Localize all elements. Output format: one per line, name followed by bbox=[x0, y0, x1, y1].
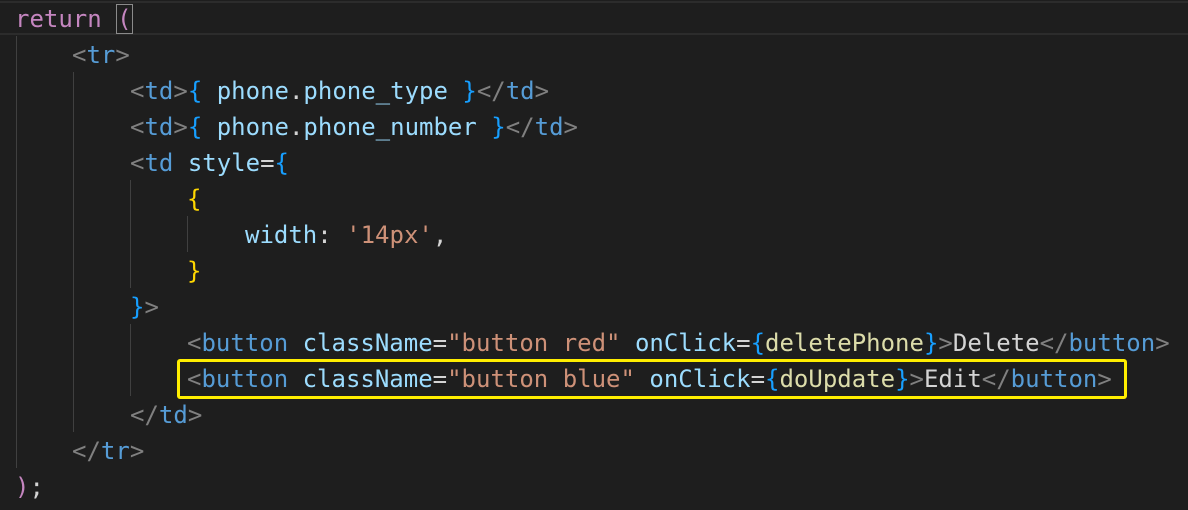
code-line-14[interactable]: ); bbox=[15, 469, 44, 505]
jsx-brace-token: { bbox=[750, 329, 766, 357]
text-token: . bbox=[288, 77, 304, 105]
tag-punctuation-token: </ bbox=[476, 77, 506, 105]
indent-guide bbox=[187, 216, 188, 252]
tag-name-token: td bbox=[144, 149, 174, 177]
string-token: '14px' bbox=[346, 221, 433, 249]
tag-name-token: button bbox=[201, 329, 289, 357]
code-line-4[interactable]: <td>{ phone.phone_number }</td> bbox=[130, 109, 578, 145]
text-token: = bbox=[432, 329, 448, 357]
jsx-brace-token: } bbox=[923, 329, 939, 357]
keyword-token: return bbox=[15, 5, 102, 33]
jsx-brace-token: } bbox=[491, 113, 506, 141]
code-line-12[interactable]: </td> bbox=[130, 397, 202, 433]
function-token: deletePhone bbox=[765, 329, 924, 357]
text-token: = bbox=[736, 329, 751, 357]
tag-punctuation-token: > bbox=[1155, 329, 1170, 357]
code-line-1[interactable]: return ( bbox=[15, 1, 133, 37]
tag-punctuation-token: > bbox=[115, 41, 130, 69]
jsx-brace-token: { bbox=[187, 113, 203, 141]
attribute-token: onClick bbox=[634, 329, 737, 357]
jsx-brace-token: { bbox=[274, 149, 289, 177]
tag-name-token: tr bbox=[86, 41, 116, 69]
tag-punctuation-token: </ bbox=[72, 437, 101, 465]
text-token: : bbox=[317, 221, 347, 249]
current-line-highlight bbox=[0, 1, 1188, 35]
tag-punctuation-token: </ bbox=[505, 113, 535, 141]
attribute-token: className bbox=[302, 329, 433, 357]
code-line-6[interactable]: { bbox=[187, 181, 201, 217]
tag-name-token: td bbox=[144, 113, 174, 141]
attribute-token: phone_number bbox=[303, 113, 477, 141]
attribute-token: phone bbox=[202, 77, 289, 105]
jsx-brace-token: } bbox=[462, 77, 477, 105]
brace-token: } bbox=[187, 257, 202, 285]
brace-token: { bbox=[187, 185, 202, 213]
tag-name-token: button bbox=[1068, 329, 1156, 357]
code-line-8[interactable]: } bbox=[187, 253, 201, 289]
tag-punctuation-token: < bbox=[130, 149, 145, 177]
code-line-13[interactable]: </tr> bbox=[72, 433, 144, 469]
string-token: "button red" bbox=[447, 329, 621, 357]
code-line-3[interactable]: <td>{ phone.phone_type }</td> bbox=[130, 73, 549, 109]
tag-punctuation-token: > bbox=[173, 113, 188, 141]
code-editor[interactable]: return ( <tr> <td>{ phone.phone_type }</… bbox=[0, 0, 1188, 510]
tag-punctuation-token: > bbox=[563, 113, 578, 141]
tag-punctuation-token: < bbox=[130, 113, 145, 141]
tag-name-token: tr bbox=[100, 437, 130, 465]
code-line-10[interactable]: <button className="button red" onClick={… bbox=[187, 325, 1170, 361]
highlight-box bbox=[177, 359, 1127, 399]
code-line-7[interactable]: width: '14px', bbox=[245, 217, 447, 253]
indent-guide bbox=[130, 324, 131, 396]
tag-punctuation-token: > bbox=[187, 401, 203, 429]
indent-guide bbox=[73, 72, 74, 432]
tag-punctuation-token: > bbox=[173, 77, 188, 105]
tag-name-token: td bbox=[505, 77, 535, 105]
tag-punctuation-token: < bbox=[187, 329, 202, 357]
code-line-5[interactable]: <td style={ bbox=[130, 145, 289, 181]
tag-punctuation-token: </ bbox=[1039, 329, 1069, 357]
keyword-token: ) bbox=[15, 473, 30, 501]
text-token: . bbox=[288, 113, 304, 141]
attribute-token: phone_type bbox=[303, 77, 448, 105]
tag-punctuation-token: > bbox=[144, 293, 159, 321]
tag-punctuation-token: </ bbox=[130, 401, 159, 429]
attribute-token: width bbox=[245, 221, 318, 249]
tag-punctuation-token: < bbox=[130, 77, 145, 105]
cursor-bracket: ( bbox=[116, 4, 133, 34]
attribute-token: style bbox=[187, 149, 261, 177]
tag-punctuation-token: > bbox=[938, 329, 953, 357]
tag-punctuation-token: > bbox=[534, 77, 550, 105]
tag-punctuation-token: > bbox=[129, 437, 145, 465]
tag-name-token: td bbox=[158, 401, 188, 429]
text-token: Delete bbox=[952, 329, 1040, 357]
code-line-9[interactable]: }> bbox=[130, 289, 159, 325]
tag-name-token: td bbox=[534, 113, 564, 141]
text-token: , bbox=[432, 221, 448, 249]
tag-name-token: td bbox=[144, 77, 174, 105]
jsx-brace-token: { bbox=[187, 77, 203, 105]
code-line-2[interactable]: <tr> bbox=[72, 37, 130, 73]
indent-guide bbox=[16, 36, 17, 468]
indent-guide bbox=[130, 180, 131, 288]
text-token: ; bbox=[29, 473, 44, 501]
tag-punctuation-token: < bbox=[72, 41, 87, 69]
jsx-brace-token: } bbox=[130, 293, 145, 321]
attribute-token: phone bbox=[202, 113, 289, 141]
text-token: = bbox=[260, 149, 275, 177]
